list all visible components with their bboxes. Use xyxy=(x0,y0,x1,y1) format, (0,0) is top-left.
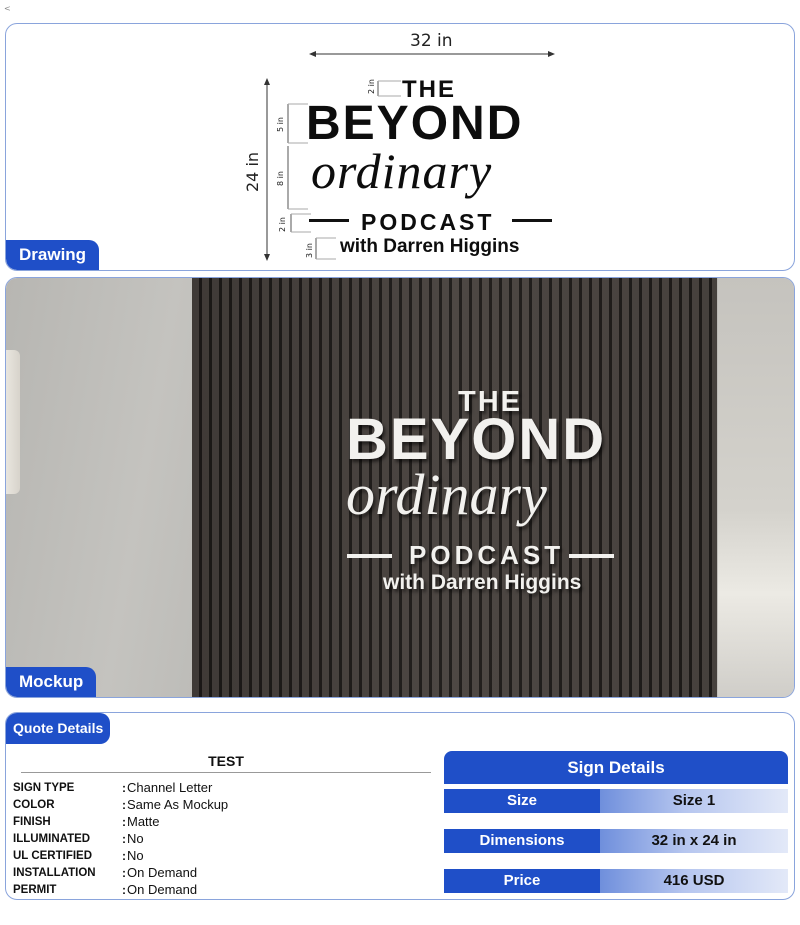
dim-label-the: 2 in xyxy=(367,79,376,94)
logo-ordinary: ordinary xyxy=(311,143,493,199)
spec-value: Same As Mockup xyxy=(127,797,229,812)
spec-label: INSTALLATION xyxy=(13,866,96,879)
sign-row-price: Price 416 USD xyxy=(444,869,788,893)
sign-details-heading: Sign Details xyxy=(444,751,788,784)
spec-row-illuminated: ILLUMINATED : No xyxy=(13,830,431,847)
spec-label: PERMIT xyxy=(13,883,57,896)
sign-value: 32 in x 24 in xyxy=(600,829,788,853)
spec-list: SIGN TYPE : Channel Letter COLOR : Same … xyxy=(13,779,431,898)
drawing-panel: 32 in 24 in 2 in 5 in 8 in 2 in 3 in THE… xyxy=(5,23,795,271)
spec-row-ul-certified: UL CERTIFIED : No xyxy=(13,847,431,864)
sign-details-box: Sign Details Size Size 1 Dimensions 32 i… xyxy=(444,751,788,893)
spec-value: On Demand xyxy=(127,882,198,897)
spec-value: Channel Letter xyxy=(127,780,213,795)
spec-row-installation: INSTALLATION : On Demand xyxy=(13,864,431,881)
dim-label-tagline: 3 in xyxy=(305,243,314,258)
spec-row-color: COLOR : Same As Mockup xyxy=(13,796,431,813)
logo-tagline: with Darren Higgins xyxy=(340,236,520,257)
spec-section: TEST SIGN TYPE : Channel Letter COLOR : … xyxy=(13,753,431,898)
spec-label: UL CERTIFIED xyxy=(13,849,93,862)
quote-title: TEST xyxy=(21,753,431,773)
spec-label: FINISH xyxy=(13,815,51,828)
spec-label: ILLUMINATED xyxy=(13,832,91,845)
sign-key: Price xyxy=(444,869,600,893)
sign-key: Dimensions xyxy=(444,829,600,853)
drawing-tag: Drawing xyxy=(6,240,100,270)
dim-label-beyond: 5 in xyxy=(276,117,285,132)
sign-row-dimensions: Dimensions 32 in x 24 in xyxy=(444,829,788,853)
quote-details-tag: Quote Details xyxy=(6,713,111,744)
spec-value: On Demand xyxy=(127,865,198,880)
mockup-tag: Mockup xyxy=(6,667,97,697)
spec-value: No xyxy=(127,848,144,863)
corner-mark: < xyxy=(4,4,11,13)
spec-label: COLOR xyxy=(13,798,55,811)
mock-logo-tagline: with Darren Higgins xyxy=(383,571,582,594)
sign-value: Size 1 xyxy=(600,789,788,813)
dim-label-podcast: 2 in xyxy=(278,217,287,232)
sign-value: 416 USD xyxy=(600,869,788,893)
spec-value: Matte xyxy=(127,814,160,829)
spec-row-sign-type: SIGN TYPE : Channel Letter xyxy=(13,779,431,796)
dim-label-ordinary: 8 in xyxy=(276,171,285,186)
mock-podcast-dashes xyxy=(347,554,614,558)
mock-logo-podcast: PODCAST xyxy=(409,540,565,570)
sign-key: Size xyxy=(444,789,600,813)
spec-row-finish: FINISH : Matte xyxy=(13,813,431,830)
logo-podcast: PODCAST xyxy=(361,209,495,235)
spec-label: SIGN TYPE xyxy=(13,781,75,794)
quote-details-panel: Quote Details TEST SIGN TYPE : Channel L… xyxy=(5,712,795,900)
spec-value: No xyxy=(127,831,144,846)
spec-row-permit: PERMIT : On Demand xyxy=(13,881,431,898)
sign-row-size: Size Size 1 xyxy=(444,789,788,813)
mockup-panel: THE BEYOND ordinary PODCAST with Darren … xyxy=(5,277,795,698)
height-dimension-label: 24 in xyxy=(243,151,262,192)
